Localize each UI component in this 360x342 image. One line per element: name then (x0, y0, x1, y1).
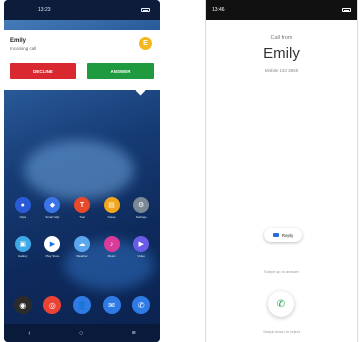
phone-icon[interactable]: ✆ (132, 296, 151, 314)
app-label: Clips (19, 215, 27, 219)
recents-icon[interactable]: ≡ (132, 330, 136, 337)
home-icon[interactable]: ○ (79, 330, 83, 337)
caller-name: Emily (10, 38, 27, 44)
app-video[interactable]: ● Clips (10, 197, 36, 219)
phone-icon: ✆ (276, 298, 286, 310)
message-icon (272, 232, 279, 238)
music-icon: ♪ (103, 236, 120, 252)
app-label: Play Store (45, 254, 60, 258)
battery-icon (342, 8, 351, 12)
app-tusi[interactable]: T Tusi (69, 197, 95, 219)
wallpaper-highlight (24, 140, 134, 200)
navigation-bar: ‹ ○ ≡ (4, 324, 160, 342)
app-gallery[interactable]: ▣ Gallery (10, 236, 36, 258)
dock: ◉ ◎ 👤 ✉ ✆ (4, 296, 160, 314)
app-label: Gallery (18, 254, 28, 258)
app-label: Settings (135, 215, 147, 219)
app-label: Weather (76, 254, 88, 258)
app-settings[interactable]: ⚙ Settings (128, 197, 154, 219)
incoming-call-screen: 13:46 Call from Emily Mobile 133 3665 Re… (205, 0, 358, 342)
chrome-icon[interactable]: ◎ (43, 296, 62, 314)
swipe-down-hint: Swipe down to reject (263, 329, 300, 334)
caller-number: Mobile 133 3665 (264, 68, 299, 73)
notification-tail (135, 85, 146, 96)
play-store-icon: ▶ (44, 236, 61, 252)
answer-button[interactable]: ANSWER (87, 63, 154, 79)
caller-name: Emily (263, 45, 300, 62)
app-label: Video (137, 254, 145, 258)
app-label: Music (107, 254, 116, 258)
app-music[interactable]: ♪ Music (99, 236, 125, 258)
status-time: 13:23 (38, 7, 51, 13)
video-player-icon: ▶ (133, 236, 150, 252)
app-label: Tusi (79, 215, 85, 219)
answer-call-button[interactable]: ✆ (268, 291, 294, 317)
reply-button[interactable]: Reply (264, 228, 302, 242)
app-row-1: ● Clips ◆ Smart Mgr T Tusi ▤ Notes ⚙ Settings (4, 197, 160, 219)
battery-icon (141, 8, 150, 12)
gallery-icon: ▣ (14, 236, 31, 252)
status-bar: 13:23 (4, 0, 160, 20)
app-label: Notes (107, 215, 116, 219)
app-play-store[interactable]: ▶ Play Store (39, 236, 65, 258)
contacts-icon[interactable]: 👤 (72, 296, 91, 314)
caller-avatar: E (139, 37, 152, 50)
reply-label: Reply (281, 232, 294, 238)
camera-icon[interactable]: ◉ (13, 296, 32, 314)
back-icon[interactable]: ‹ (28, 330, 30, 337)
app-shield[interactable]: ◆ Smart Mgr (39, 197, 65, 219)
app-video-player[interactable]: ▶ Video (128, 236, 154, 258)
app-label: Smart Mgr (45, 215, 60, 219)
app-row-2: ▣ Gallery ▶ Play Store ☁ Weather ♪ Music ▶ Video (4, 236, 160, 258)
status-time: 13:46 (212, 7, 225, 13)
video-icon: ● (14, 197, 31, 213)
call-from-label: Call from (270, 35, 293, 41)
weather-icon: ☁ (73, 236, 90, 252)
decline-button[interactable]: DECLINE (10, 63, 76, 79)
notes-icon: ▤ (103, 197, 120, 213)
notification-subtitle: Incoming call (10, 46, 37, 51)
settings-icon: ⚙ (133, 197, 150, 213)
incoming-call-notification[interactable]: Emily Incoming call E DECLINE ANSWER (4, 30, 160, 96)
app-notes[interactable]: ▤ Notes (99, 197, 125, 219)
tusi-icon: T (73, 197, 90, 213)
shield-icon: ◆ (44, 197, 61, 213)
swipe-up-hint: Swipe up to answer (264, 269, 299, 274)
home-screen-phone: 13:23 Emily Incoming call E DECLINE ANSW… (4, 0, 160, 342)
messages-icon[interactable]: ✉ (102, 296, 121, 314)
app-weather[interactable]: ☁ Weather (69, 236, 95, 258)
status-bar: 13:46 (206, 0, 357, 20)
